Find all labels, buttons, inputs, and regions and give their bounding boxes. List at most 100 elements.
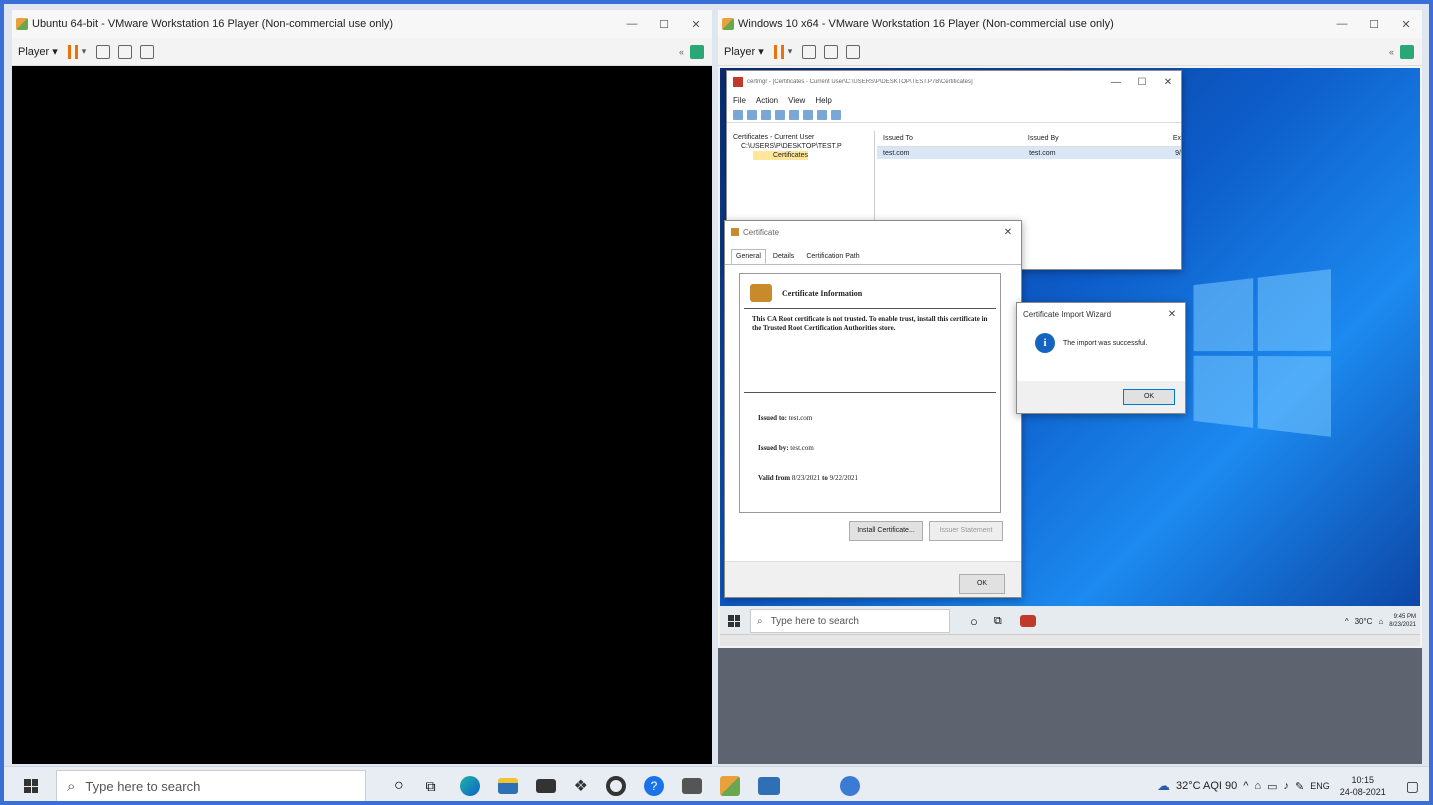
file-explorer-icon[interactable] [497, 778, 518, 794]
properties-icon[interactable] [831, 109, 841, 120]
menu-file[interactable]: File [733, 96, 746, 105]
ubuntu-vm-titlebar[interactable]: Ubuntu 64-bit - VMware Workstation 16 Pl… [12, 10, 712, 38]
certmgr-toolbar [727, 107, 1181, 123]
unity-mode-icon[interactable] [846, 44, 861, 59]
help-icon[interactable] [817, 109, 827, 120]
app-icon[interactable] [840, 776, 861, 796]
cell-expiration: 9/ [1175, 149, 1181, 157]
pause-icon[interactable] [773, 44, 784, 59]
import-wizard-titlebar[interactable]: Certificate Import Wizard ✕ [1017, 303, 1185, 325]
menu-help[interactable]: Help [815, 96, 831, 105]
player-menu[interactable]: Player ▾ [18, 45, 58, 58]
menu-action[interactable]: Action [756, 96, 778, 105]
network-icon[interactable]: ⌂ [1254, 780, 1261, 792]
console-tree-icon[interactable] [775, 109, 785, 120]
tree-certificates[interactable]: Certificates [753, 151, 809, 160]
minimize-icon[interactable]: — [616, 18, 648, 30]
tree-root[interactable]: Certificates - Current User [733, 133, 872, 142]
task-view-icon[interactable]: ⧉ [994, 615, 1002, 628]
edge-icon[interactable] [459, 776, 480, 796]
issuer-statement-button[interactable]: Issuer Statement [929, 521, 1003, 541]
table-row[interactable]: test.com test.com 9/ [877, 147, 1181, 159]
copy-icon[interactable] [789, 109, 799, 120]
cortana-icon[interactable]: ○ [394, 777, 404, 795]
import-success-message: The import was successful. [1063, 339, 1148, 347]
tab-certification-path[interactable]: Certification Path [801, 249, 864, 264]
wizard-ok-button[interactable]: OK [1123, 389, 1175, 405]
back-icon[interactable] [733, 109, 743, 120]
battery-icon[interactable]: ▭ [1267, 780, 1277, 793]
guest-start-icon[interactable] [728, 615, 740, 627]
vmware-window-icon[interactable] [758, 777, 781, 795]
send-ctrl-alt-del-icon[interactable] [96, 44, 111, 59]
forward-icon[interactable] [747, 109, 757, 120]
windows-vm-titlebar[interactable]: Windows 10 x64 - VMware Workstation 16 P… [718, 10, 1422, 38]
import-wizard-title: Certificate Import Wizard [1023, 309, 1112, 319]
task-view-icon[interactable]: ⧉ [426, 778, 436, 795]
maximize-icon[interactable]: ☐ [1358, 18, 1390, 31]
help-icon[interactable]: ? [644, 776, 665, 796]
close-icon[interactable]: ✕ [1159, 309, 1185, 320]
settings-app-icon[interactable] [682, 778, 703, 794]
dropbox-icon[interactable]: ❖ [574, 776, 588, 796]
certificate-ok-button[interactable]: OK [959, 574, 1005, 594]
menu-view[interactable]: View [788, 96, 805, 105]
close-icon[interactable]: ✕ [680, 18, 712, 31]
weather-status[interactable]: 32°C AQI 90 [1176, 780, 1237, 792]
col-expiration[interactable]: Ex [1167, 135, 1181, 142]
vmware-taskbar-icon[interactable] [720, 776, 741, 796]
unity-mode-icon[interactable] [140, 44, 155, 59]
notification-icon[interactable]: ▢ [1406, 778, 1419, 795]
library-icon[interactable] [1400, 44, 1414, 59]
tray-chevron-icon[interactable]: ^ [1243, 780, 1248, 792]
tab-details[interactable]: Details [768, 249, 799, 264]
tree-store[interactable]: C:\USERS\P\DESKTOP\TEST.P [733, 142, 872, 151]
cell-issued-to: test.com [883, 149, 910, 157]
collapse-icon[interactable]: « [1389, 47, 1394, 57]
player-menu[interactable]: Player ▾ [724, 45, 764, 58]
guest-horizontal-scrollbar[interactable] [720, 634, 1420, 646]
validity-line: Valid from 8/23/2021 to 9/22/2021 [758, 474, 858, 482]
guest-weather[interactable]: 30°C [1355, 617, 1373, 626]
certificate-titlebar[interactable]: Certificate ✕ [725, 221, 1021, 243]
windows-guest-desktop[interactable]: certmgr - [Certificates - Current User\C… [720, 68, 1420, 646]
close-icon[interactable]: ✕ [1390, 18, 1422, 31]
cortana-icon[interactable]: ○ [970, 614, 978, 629]
start-icon[interactable] [24, 779, 38, 793]
col-issued-by[interactable]: Issued By [1022, 135, 1167, 142]
guest-network-icon[interactable]: ⌂ [1378, 617, 1383, 626]
issued-to-line: Issued to: test.com [758, 414, 813, 422]
folder-icon[interactable] [761, 109, 771, 120]
export-icon[interactable] [803, 109, 813, 120]
collapse-icon[interactable]: « [679, 47, 684, 57]
pause-icon[interactable] [67, 44, 78, 59]
language-indicator[interactable]: ENG [1310, 781, 1330, 791]
guest-search-input[interactable]: ⌕ Type here to search [750, 609, 950, 633]
certmgr-titlebar[interactable]: certmgr - [Certificates - Current User\C… [727, 71, 1181, 93]
library-icon[interactable] [690, 44, 704, 59]
guest-clock[interactable]: 9:45 PM 8/23/2021 [1389, 613, 1416, 629]
pause-dropdown-icon[interactable]: ▾ [788, 46, 793, 57]
col-issued-to[interactable]: Issued To [877, 135, 1022, 142]
pen-icon[interactable]: ✎ [1295, 780, 1304, 793]
close-icon[interactable]: ✕ [995, 227, 1021, 238]
volume-icon[interactable]: ♪ [1283, 780, 1289, 792]
mail-icon[interactable] [535, 779, 556, 793]
github-icon[interactable] [606, 776, 627, 796]
close-icon[interactable]: ✕ [1155, 77, 1181, 88]
pause-dropdown-icon[interactable]: ▾ [82, 46, 87, 57]
minimize-icon[interactable]: — [1326, 18, 1358, 30]
full-screen-icon[interactable] [824, 44, 839, 59]
send-ctrl-alt-del-icon[interactable] [802, 44, 817, 59]
full-screen-icon[interactable] [118, 44, 133, 59]
maximize-icon[interactable]: ☐ [1129, 77, 1155, 88]
certmgr-taskbar-icon[interactable] [1019, 615, 1036, 627]
guest-tray-chevron-icon[interactable]: ^ [1345, 617, 1349, 626]
clock[interactable]: 10:15 24-08-2021 [1340, 774, 1386, 798]
tab-general[interactable]: General [731, 249, 766, 264]
minimize-icon[interactable]: — [1103, 77, 1129, 88]
maximize-icon[interactable]: ☐ [648, 18, 680, 31]
search-input[interactable]: ⌕ Type here to search [56, 769, 366, 801]
install-certificate-button[interactable]: Install Certificate... [849, 521, 923, 541]
ubuntu-vm-screen[interactable] [12, 66, 712, 764]
